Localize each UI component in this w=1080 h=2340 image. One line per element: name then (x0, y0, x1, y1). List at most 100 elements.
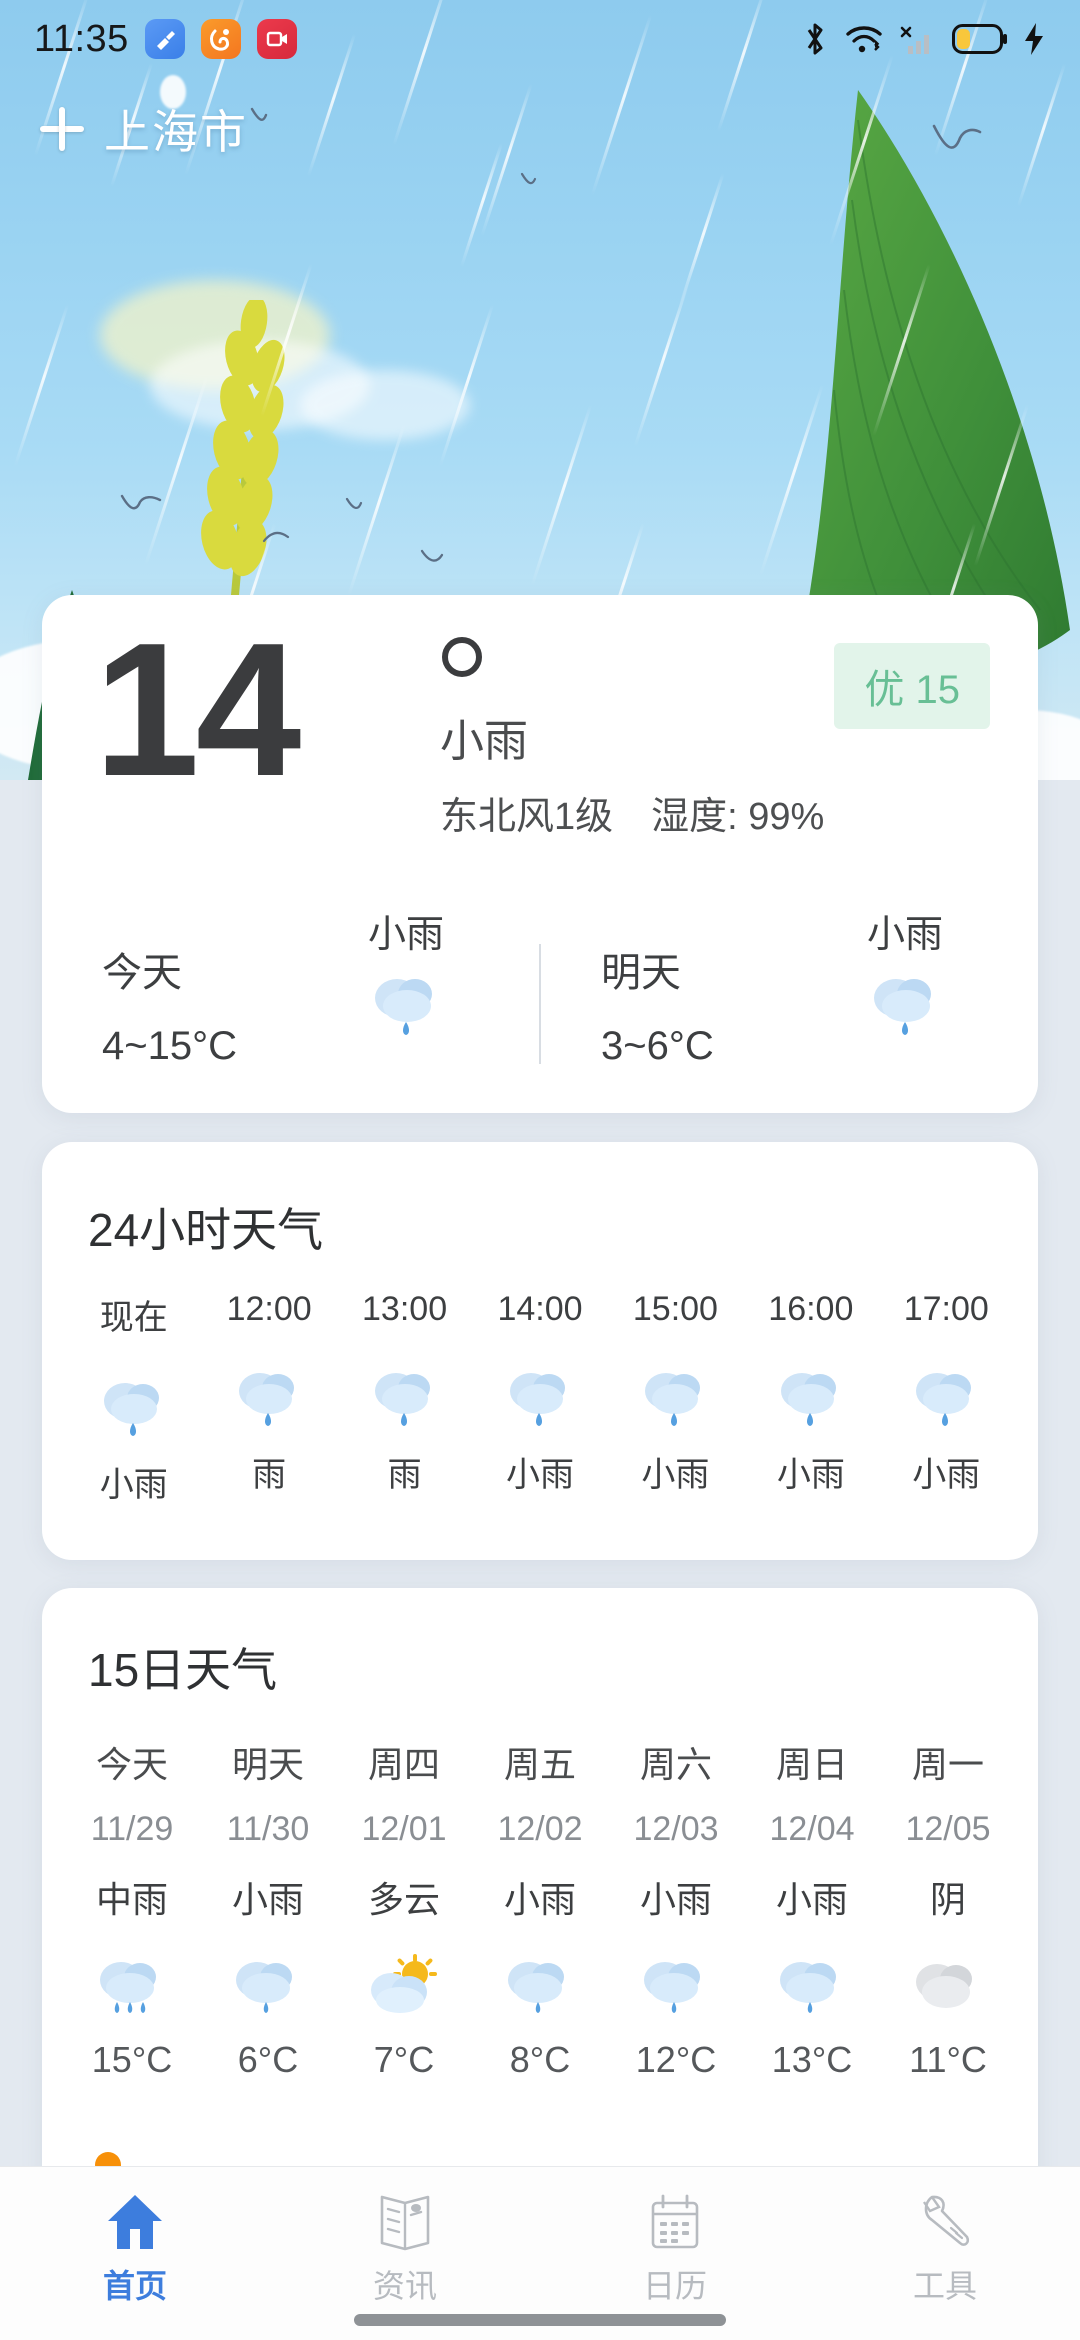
daily-temp: 8°C (509, 2039, 571, 2080)
city-name[interactable]: 上海市 (104, 96, 248, 162)
nav-item-news[interactable]: 资讯 (270, 2189, 540, 2307)
add-city-icon[interactable] (40, 107, 84, 151)
wrench-icon (916, 2189, 974, 2251)
calendar-icon (647, 2189, 703, 2251)
today-range: 4~15°C (102, 1023, 237, 1068)
hourly-condition: 雨 (387, 1456, 422, 1494)
tomorrow-condition: 小雨 (866, 914, 943, 956)
moderate-rain-icon (64, 1949, 200, 2029)
partly-cloudy-icon (336, 1949, 472, 2029)
daily-forecast-list[interactable]: 今天 11/29 中雨 15°C 明天 11/30 小雨 6°C 周四 12/0 (64, 1736, 1016, 2081)
hourly-item[interactable]: 14:00 小雨 (472, 1290, 607, 1506)
daily-day: 今天 (95, 1744, 168, 1785)
hourly-item[interactable]: 13:00 雨 (337, 1290, 472, 1506)
daily-item[interactable]: 周五 12/02 小雨 8°C (472, 1736, 608, 2081)
daily-temp: 7°C (373, 2039, 435, 2080)
light-rain-icon (743, 1359, 878, 1435)
screen-recorder-app-icon (256, 19, 297, 59)
daily-condition: 小雨 (503, 1879, 576, 1920)
daily-condition: 阴 (929, 1879, 966, 1920)
daily-condition: 小雨 (231, 1879, 304, 1920)
city-header[interactable]: 上海市 (40, 96, 248, 162)
daily-forecast-card[interactable]: 15日天气 今天 11/29 中雨 15°C 明天 11/30 小雨 6°C 周… (42, 1588, 1038, 2198)
nav-item-tools[interactable]: 工具 (810, 2189, 1080, 2307)
daily-item[interactable]: 今天 11/29 中雨 15°C (64, 1736, 200, 2081)
hourly-item[interactable]: 12:00 雨 (201, 1290, 336, 1506)
charging-bolt-icon (1022, 22, 1046, 56)
daily-day: 明天 (231, 1744, 304, 1785)
daily-item[interactable]: 周一 12/05 阴 11°C (880, 1736, 1016, 2081)
light-rain-icon (744, 1949, 880, 2029)
wifi-icon (844, 22, 884, 56)
current-wind: 东北风1级 (440, 796, 614, 838)
daily-section-title: 15日天气 (88, 1644, 278, 1696)
daily-item[interactable]: 周六 12/03 小雨 12°C (608, 1736, 744, 2081)
light-rain-icon (331, 964, 481, 1049)
current-temperature: 14 (94, 604, 301, 816)
hourly-item[interactable]: 15:00 小雨 (608, 1290, 743, 1506)
light-rain-icon (201, 1359, 336, 1435)
hourly-condition: 雨 (252, 1456, 287, 1494)
light-rain-icon (608, 1359, 743, 1435)
daily-condition: 小雨 (775, 1879, 848, 1920)
daily-date: 12/01 (361, 1810, 447, 1848)
hourly-condition: 小雨 (912, 1456, 981, 1494)
tomorrow-range: 3~6°C (601, 1023, 714, 1068)
daily-condition: 中雨 (95, 1879, 168, 1920)
nav-item-home[interactable]: 首页 (0, 2189, 270, 2307)
daily-item[interactable]: 明天 11/30 小雨 6°C (200, 1736, 336, 2081)
weather-scroll-container[interactable]: 14 小雨 东北风1级 湿度: 99% 优 15 今天 4~15°C 小雨 明天… (0, 0, 1080, 2198)
daily-temp: 15°C (91, 2039, 173, 2080)
hourly-time: 13:00 (362, 1290, 448, 1328)
daily-date: 12/05 (905, 1810, 991, 1848)
daily-temp: 11°C (909, 2039, 987, 2080)
light-rain-icon (472, 1949, 608, 2029)
aqi-value: 15 (915, 668, 961, 712)
home-indicator[interactable] (354, 2314, 726, 2326)
hourly-item[interactable]: 16:00 小雨 (743, 1290, 878, 1506)
tomorrow-label: 明天 (601, 950, 681, 995)
today-label: 今天 (102, 950, 182, 995)
nav-label-tools: 工具 (912, 2268, 977, 2304)
hourly-time: 17:00 (903, 1290, 989, 1328)
aqi-badge[interactable]: 优 15 (834, 643, 990, 729)
cleaner-app-icon (144, 19, 185, 59)
daily-day: 周四 (367, 1744, 440, 1785)
hourly-condition: 小雨 (99, 1466, 168, 1504)
hourly-time: 15:00 (632, 1290, 718, 1328)
hourly-item[interactable]: 现在 小雨 (66, 1290, 201, 1506)
bottom-navigation-bar[interactable]: 首页 资讯 日历 工具 (0, 2166, 1080, 2340)
hourly-time: 16:00 (768, 1290, 854, 1328)
hourly-forecast-card[interactable]: 24小时天气 现在 小雨 12:00 雨 13:00 雨 14:00 小雨 15… (42, 1142, 1038, 1560)
hourly-condition: 小雨 (505, 1456, 574, 1494)
daily-date: 12/04 (769, 1810, 855, 1848)
home-icon (104, 2189, 166, 2251)
nav-label-home: 首页 (102, 2268, 167, 2304)
daily-temp: 6°C (237, 2039, 299, 2080)
daily-day: 周一 (911, 1744, 984, 1785)
tomorrow-summary[interactable]: 明天 3~6°C 小雨 (541, 895, 1038, 1113)
status-bar: 11:35 (0, 0, 1080, 78)
daily-item[interactable]: 周四 12/01 多云 7°C (336, 1736, 472, 2081)
daily-item[interactable]: 周日 12/04 小雨 13°C (744, 1736, 880, 2081)
daily-date: 11/29 (90, 1810, 174, 1848)
nav-item-calendar[interactable]: 日历 (540, 2189, 810, 2307)
light-rain-icon (879, 1359, 1014, 1435)
current-weather-card[interactable]: 14 小雨 东北风1级 湿度: 99% 优 15 今天 4~15°C 小雨 明天… (42, 595, 1038, 1113)
daily-temp: 13°C (771, 2039, 853, 2080)
overcast-icon (880, 1949, 1016, 2029)
today-summary[interactable]: 今天 4~15°C 小雨 (42, 895, 539, 1113)
daily-date: 12/03 (633, 1810, 719, 1848)
hourly-condition: 小雨 (776, 1456, 845, 1494)
uc-browser-app-icon (200, 19, 241, 59)
current-condition: 小雨 (440, 717, 528, 766)
hourly-section-title: 24小时天气 (88, 1204, 324, 1256)
hourly-forecast-list[interactable]: 现在 小雨 12:00 雨 13:00 雨 14:00 小雨 15:00 小雨 … (66, 1290, 1014, 1506)
nav-label-calendar: 日历 (642, 2268, 707, 2304)
hourly-time: 12:00 (226, 1290, 312, 1328)
hourly-item[interactable]: 17:00 小雨 (879, 1290, 1014, 1506)
aqi-level: 优 (864, 668, 905, 712)
daily-date: 12/02 (497, 1810, 583, 1848)
daily-condition: 多云 (367, 1879, 440, 1920)
nav-label-news: 资讯 (372, 2268, 437, 2304)
